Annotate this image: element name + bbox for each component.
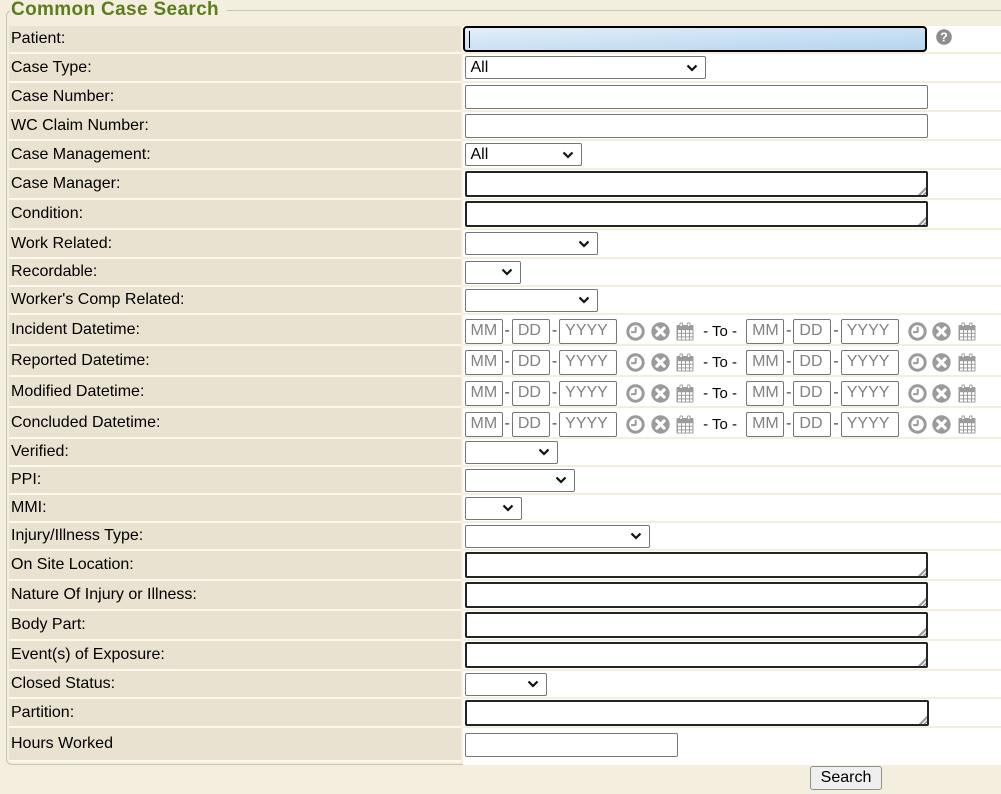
- svg-text:?: ?: [940, 31, 948, 45]
